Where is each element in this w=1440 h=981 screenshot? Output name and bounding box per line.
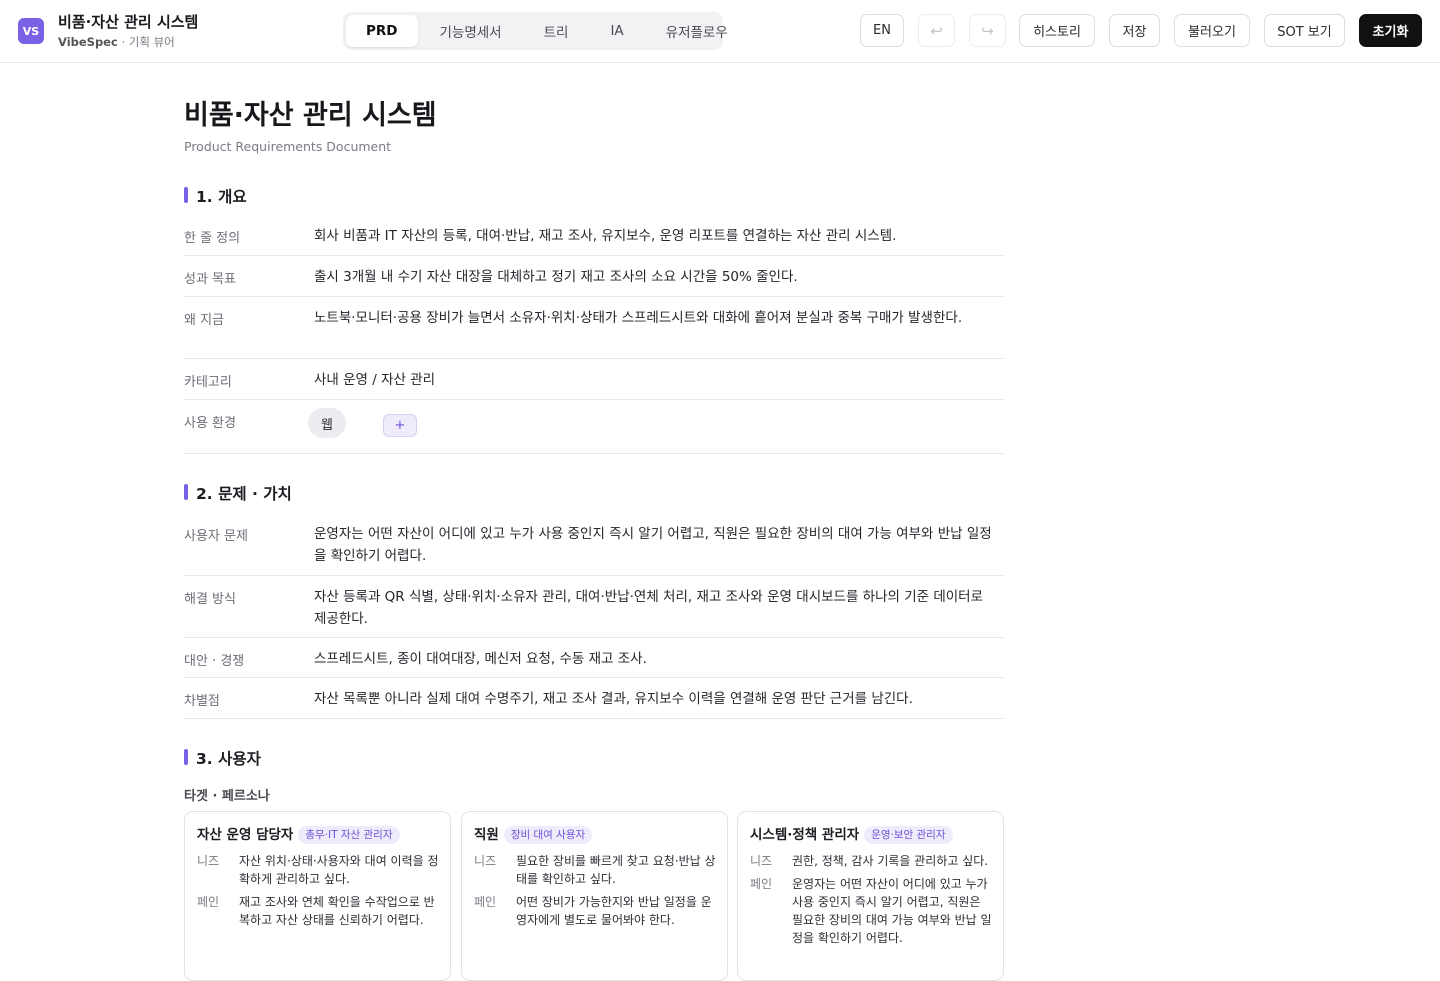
section-heading-overview: 1. 개요 xyxy=(184,185,247,207)
redo-icon[interactable]: ↪ xyxy=(969,14,1006,47)
platform-chip[interactable]: 웹 xyxy=(308,408,346,438)
tab-ia[interactable]: IA xyxy=(590,15,643,47)
add-platform-button[interactable]: + xyxy=(383,414,417,437)
needs-text: 자산 위치·상태·사용자와 대여 이력을 정확하게 관리하고 싶다. xyxy=(239,854,439,886)
row-label: 성과 목표 xyxy=(184,272,236,287)
table-row: 왜 지금 노트북·모니터·공용 장비가 늘면서 소유자·위치·상태가 스프레드시… xyxy=(184,297,1004,359)
row-label: 왜 지금 xyxy=(184,313,225,328)
row-label: 해결 방식 xyxy=(184,592,236,607)
page-title: 비품·자산 관리 시스템 xyxy=(184,100,437,131)
row-value[interactable]: 출시 3개월 내 수기 자산 대장을 대체하고 정기 재고 조사의 소요 시간을… xyxy=(314,266,994,288)
tab-prd[interactable]: PRD xyxy=(346,15,418,47)
persona-name: 시스템·정책 관리자 xyxy=(750,827,860,843)
view-tabs: PRD 기능명세서 트리 IA 유저플로우 xyxy=(343,12,728,50)
persona-name: 자산 운영 담당자 xyxy=(197,827,294,843)
table-row: 대안 · 경쟁 스프레드시트, 종이 대여대장, 메신저 요청, 수동 재고 조… xyxy=(184,638,1004,678)
reset-button[interactable]: 초기화 xyxy=(1359,14,1422,47)
persona-details: 니즈 필요한 장비를 빠르게 찾고 요청·반납 상태를 확인하고 싶다. 페인 어떤… xyxy=(474,852,718,934)
undo-icon[interactable]: ↩ xyxy=(918,14,955,47)
pain-text: 재고 조사와 연체 확인을 수작업으로 반복하고 자산 상태를 신뢰하기 어렵다… xyxy=(239,895,435,927)
needs-text: 필요한 장비를 빠르게 찾고 요청·반납 상태를 확인하고 싶다. xyxy=(516,854,716,886)
row-value[interactable]: 자산 등록과 QR 식별, 상태·위치·소유자 관리, 대여·반납·연체 처리,… xyxy=(314,586,994,630)
persona-name-row: 자산 운영 담당자 총무·IT 자산 관리자 xyxy=(197,823,400,844)
row-label: 카테고리 xyxy=(184,375,232,390)
persona-role-badge: 장비 대여 사용자 xyxy=(503,826,593,844)
section-heading-problem-value: 2. 문제 · 가치 xyxy=(184,482,292,504)
pain-label: 페인 xyxy=(750,877,773,891)
needs-label: 니즈 xyxy=(474,854,497,868)
persona-needs: 니즈 필요한 장비를 빠르게 찾고 요청·반납 상태를 확인하고 싶다. xyxy=(474,852,718,888)
row-label: 사용 환경 xyxy=(184,416,236,431)
pain-label: 페인 xyxy=(197,895,220,909)
row-value[interactable]: 회사 비품과 IT 자산의 등록, 대여·반납, 재고 조사, 유지보수, 운영… xyxy=(314,225,994,247)
row-label: 차별점 xyxy=(184,694,220,709)
top-bar: VS 비품·자산 관리 시스템 VibeSpec · 기획 뷰어 PRD 기능명… xyxy=(0,0,1440,63)
needs-text: 권한, 정책, 감사 기록을 관리하고 싶다. xyxy=(792,854,989,868)
persona-card[interactable]: 시스템·정책 관리자 운영·보안 관리자 니즈 권한, 정책, 감사 기록을 관리하… xyxy=(737,811,1004,981)
save-button[interactable]: 저장 xyxy=(1109,14,1160,47)
row-value[interactable]: 사내 운영 / 자산 관리 xyxy=(314,369,994,391)
page-subtitle: Product Requirements Document xyxy=(184,139,392,154)
table-row: 카테고리 사내 운영 / 자산 관리 xyxy=(184,359,1004,400)
history-button[interactable]: 히스토리 xyxy=(1019,14,1095,47)
row-value[interactable]: 운영자는 어떤 자산이 어디에 있고 누가 사용 중인지 즉시 알기 어렵고, … xyxy=(314,523,994,567)
tab-user-flow[interactable]: 유저플로우 xyxy=(646,15,748,47)
pain-label: 페인 xyxy=(474,895,497,909)
row-label: 사용자 문제 xyxy=(184,529,248,544)
needs-label: 니즈 xyxy=(197,854,220,868)
needs-label: 니즈 xyxy=(750,854,773,868)
persona-details: 니즈 자산 위치·상태·사용자와 대여 이력을 정확하게 관리하고 싶다. 페인 재… xyxy=(197,852,441,934)
pain-text: 운영자는 어떤 자산이 어디에 있고 누가 사용 중인지 즉시 알기 어렵고, … xyxy=(792,877,992,945)
table-row: 사용 환경 웹 + xyxy=(184,400,1004,454)
language-button[interactable]: EN xyxy=(860,14,904,47)
persona-card[interactable]: 자산 운영 담당자 총무·IT 자산 관리자 니즈 자산 위치·상태·사용자와 대여… xyxy=(184,811,451,981)
table-row: 한 줄 정의 회사 비품과 IT 자산의 등록, 대여·반납, 재고 조사, 유… xyxy=(184,215,1004,256)
row-value[interactable]: 노트북·모니터·공용 장비가 늘면서 소유자·위치·상태가 스프레드시트와 대화… xyxy=(314,307,994,329)
pain-text: 어떤 장비가 가능한지와 반납 일정을 운영자에게 별도로 물어봐야 한다. xyxy=(516,895,712,927)
persona-pain: 페인 어떤 장비가 가능한지와 반납 일정을 운영자에게 별도로 물어봐야 한다. xyxy=(474,893,718,929)
row-value[interactable]: 스프레드시트, 종이 대여대장, 메신저 요청, 수동 재고 조사. xyxy=(314,648,994,670)
persona-role-badge: 운영·보안 관리자 xyxy=(864,826,953,844)
row-label: 대안 · 경쟁 xyxy=(184,654,245,669)
persona-card[interactable]: 직원 장비 대여 사용자 니즈 필요한 장비를 빠르게 찾고 요청·반납 상태를 확… xyxy=(461,811,728,981)
sot-view-button[interactable]: SOT 보기 xyxy=(1264,14,1345,47)
section-heading-users: 3. 사용자 xyxy=(184,747,261,769)
persona-needs: 니즈 자산 위치·상태·사용자와 대여 이력을 정확하게 관리하고 싶다. xyxy=(197,852,441,888)
persona-name: 직원 xyxy=(474,827,499,843)
persona-pain: 페인 재고 조사와 연체 확인을 수작업으로 반복하고 자산 상태를 신뢰하기 어… xyxy=(197,893,441,929)
tab-tree[interactable]: 트리 xyxy=(524,15,589,47)
table-row: 차별점 자산 목록뿐 아니라 실제 대여 수명주기, 재고 조사 결과, 유지보… xyxy=(184,678,1004,719)
brand-name: VibeSpec xyxy=(58,35,118,49)
persona-needs: 니즈 권한, 정책, 감사 기록을 관리하고 싶다. xyxy=(750,852,994,870)
row-label: 한 줄 정의 xyxy=(184,231,241,246)
table-row: 해결 방식 자산 등록과 QR 식별, 상태·위치·소유자 관리, 대여·반납·… xyxy=(184,576,1004,638)
row-value[interactable]: 자산 목록뿐 아니라 실제 대여 수명주기, 재고 조사 결과, 유지보수 이력… xyxy=(314,688,994,710)
table-row: 성과 목표 출시 3개월 내 수기 자산 대장을 대체하고 정기 재고 조사의 … xyxy=(184,256,1004,297)
persona-details: 니즈 권한, 정책, 감사 기록을 관리하고 싶다. 페인 운영자는 어떤 자산이 … xyxy=(750,852,994,952)
persona-pain: 페인 운영자는 어떤 자산이 어디에 있고 누가 사용 중인지 즉시 알기 어렵고… xyxy=(750,875,994,947)
persona-name-row: 시스템·정책 관리자 운영·보안 관리자 xyxy=(750,823,953,844)
load-button[interactable]: 불러오기 xyxy=(1174,14,1250,47)
table-row: 사용자 문제 운영자는 어떤 자산이 어디에 있고 누가 사용 중인지 즉시 알… xyxy=(184,513,1004,576)
brand-suffix: · 기획 뷰어 xyxy=(117,35,175,49)
tab-feature-spec[interactable]: 기능명세서 xyxy=(420,15,522,47)
app-subtitle: VibeSpec · 기획 뷰어 xyxy=(58,34,175,50)
app-title: 비품·자산 관리 시스템 xyxy=(58,13,199,31)
persona-name-row: 직원 장비 대여 사용자 xyxy=(474,823,593,844)
app-logo[interactable]: VS xyxy=(18,18,44,44)
persona-subheading: 타겟 · 페르소나 xyxy=(184,789,270,804)
persona-role-badge: 총무·IT 자산 관리자 xyxy=(298,826,400,844)
